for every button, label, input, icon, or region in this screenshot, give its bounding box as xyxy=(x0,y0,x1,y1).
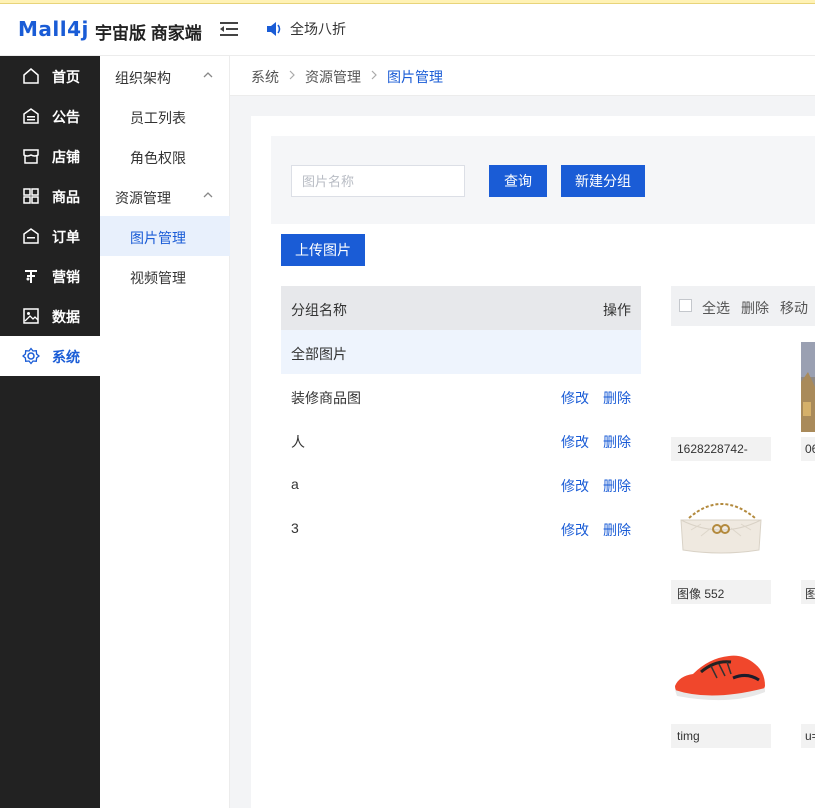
main-sidebar: 首页 公告 店铺 商品 订单 营销 数据 系统 xyxy=(0,56,100,808)
marketing-icon xyxy=(25,270,37,283)
sidebar-item-label: 营销 xyxy=(52,269,80,285)
store-icon xyxy=(23,149,39,164)
image-label: 图 xyxy=(801,580,815,604)
sidebar-item-label: 订单 xyxy=(52,229,80,245)
speaker-icon xyxy=(267,22,281,36)
breadcrumb: 系统 资源管理 图片管理 xyxy=(230,56,815,96)
image-label: 图像 552 xyxy=(671,580,771,604)
submenu-item-roles[interactable]: 角色权限 xyxy=(100,136,230,176)
sidebar-item-products[interactable]: 商品 xyxy=(0,176,100,216)
submenu-item-label: 角色权限 xyxy=(130,150,186,166)
sidebar-item-data[interactable]: 数据 xyxy=(0,296,100,336)
breadcrumb-current: 图片管理 xyxy=(387,69,443,85)
sidebar-item-system[interactable]: 系统 xyxy=(0,336,100,376)
breadcrumb-item[interactable]: 资源管理 xyxy=(305,67,361,87)
move-selected-button[interactable]: 移动 xyxy=(780,298,808,318)
delete-link[interactable]: 删除 xyxy=(603,432,631,452)
app-header: Mall4j 宇宙版 商家端 全场八折 xyxy=(0,4,815,56)
gear-icon xyxy=(22,347,40,365)
table-row[interactable]: 3 修改 删除 xyxy=(281,506,641,550)
submenu-item-staff-list[interactable]: 员工列表 xyxy=(100,96,230,136)
sneaker-photo-thumbnail xyxy=(675,655,765,701)
sidebar-item-label: 首页 xyxy=(52,69,80,85)
delete-selected-button[interactable]: 删除 xyxy=(741,298,769,318)
grid-icon xyxy=(23,188,39,204)
landscape-photo-thumbnail xyxy=(801,342,815,432)
submenu-group-label: 组织架构 xyxy=(115,70,171,86)
image-thumbnail xyxy=(671,628,771,723)
edit-link[interactable]: 修改 xyxy=(561,520,589,540)
group-name: 3 xyxy=(291,520,299,536)
logo: Mall4j xyxy=(18,17,89,41)
image-label: timg xyxy=(671,724,771,748)
select-all-label[interactable]: 全选 xyxy=(702,298,730,318)
group-name: 装修商品图 xyxy=(291,390,361,406)
submenu-item-label: 图片管理 xyxy=(130,230,186,246)
image-data-icon xyxy=(23,308,39,324)
submenu-group-label: 资源管理 xyxy=(115,190,171,206)
table-row[interactable]: a 修改 删除 xyxy=(281,462,641,506)
delete-link[interactable]: 删除 xyxy=(603,520,631,540)
edit-link[interactable]: 修改 xyxy=(561,388,589,408)
delete-link[interactable]: 删除 xyxy=(603,476,631,496)
submenu-group-resources[interactable]: 资源管理 xyxy=(100,176,230,216)
submenu-item-label: 视频管理 xyxy=(130,270,186,286)
table-row[interactable]: 全部图片 xyxy=(281,330,641,374)
delete-link[interactable]: 删除 xyxy=(603,388,631,408)
breadcrumb-item[interactable]: 系统 xyxy=(251,67,279,87)
edit-link[interactable]: 修改 xyxy=(561,432,589,452)
sidebar-item-label: 系统 xyxy=(52,349,80,365)
sidebar-item-label: 商品 xyxy=(52,189,80,205)
submenu-item-label: 员工列表 xyxy=(130,110,186,126)
table-row[interactable]: 装修商品图 修改 删除 xyxy=(281,374,641,418)
group-name: a xyxy=(291,476,299,492)
image-toolbar: 全选 删除 移动 xyxy=(671,286,815,326)
column-group-name: 分组名称 xyxy=(291,302,347,318)
sidebar-item-store[interactable]: 店铺 xyxy=(0,136,100,176)
sidebar-item-label: 公告 xyxy=(52,109,80,125)
image-label: 1628228742- xyxy=(671,437,771,461)
submenu-item-image-management[interactable]: 图片管理 xyxy=(100,216,230,256)
sidebar-item-label: 店铺 xyxy=(52,149,80,165)
chevron-right-icon xyxy=(371,70,377,80)
sidebar-item-label: 数据 xyxy=(52,309,80,325)
home-icon xyxy=(23,68,39,84)
sidebar-item-marketing[interactable]: 营销 xyxy=(0,256,100,296)
order-icon xyxy=(23,228,39,244)
submenu-panel: 组织架构 员工列表 角色权限 资源管理 图片管理 视频管理 xyxy=(100,56,230,808)
table-row[interactable]: 人 修改 删除 xyxy=(281,418,641,462)
image-thumbnail xyxy=(671,340,771,435)
image-label: 06 xyxy=(801,437,815,461)
group-name: 人 xyxy=(291,434,305,450)
sidebar-item-home[interactable]: 首页 xyxy=(0,56,100,96)
table-header: 分组名称 操作 xyxy=(281,286,641,330)
group-name: 全部图片 xyxy=(291,346,347,362)
upload-image-button[interactable]: 上传图片 xyxy=(281,234,365,266)
chevron-up-icon xyxy=(203,192,213,198)
new-group-button[interactable]: 新建分组 xyxy=(561,165,645,197)
chevron-up-icon xyxy=(203,72,213,78)
brand-title: 宇宙版 商家端 xyxy=(95,24,202,43)
image-label: u= xyxy=(801,724,815,748)
notice-icon xyxy=(23,108,39,124)
sidebar-item-notice[interactable]: 公告 xyxy=(0,96,100,136)
image-name-search-input[interactable] xyxy=(291,165,465,197)
column-action: 操作 xyxy=(603,302,631,318)
handbag-photo-thumbnail xyxy=(680,503,762,554)
submenu-group-organization[interactable]: 组织架构 xyxy=(100,56,230,96)
image-thumbnail xyxy=(671,484,771,579)
chevron-right-icon xyxy=(289,70,295,80)
sidebar-item-orders[interactable]: 订单 xyxy=(0,216,100,256)
image-thumbnail xyxy=(801,340,815,435)
notice-text: 全场八折 xyxy=(290,21,346,37)
query-button[interactable]: 查询 xyxy=(489,165,547,197)
submenu-item-video-management[interactable]: 视频管理 xyxy=(100,256,230,296)
menu-collapse-icon[interactable] xyxy=(220,22,238,36)
select-all-checkbox[interactable] xyxy=(679,299,692,312)
edit-link[interactable]: 修改 xyxy=(561,476,589,496)
